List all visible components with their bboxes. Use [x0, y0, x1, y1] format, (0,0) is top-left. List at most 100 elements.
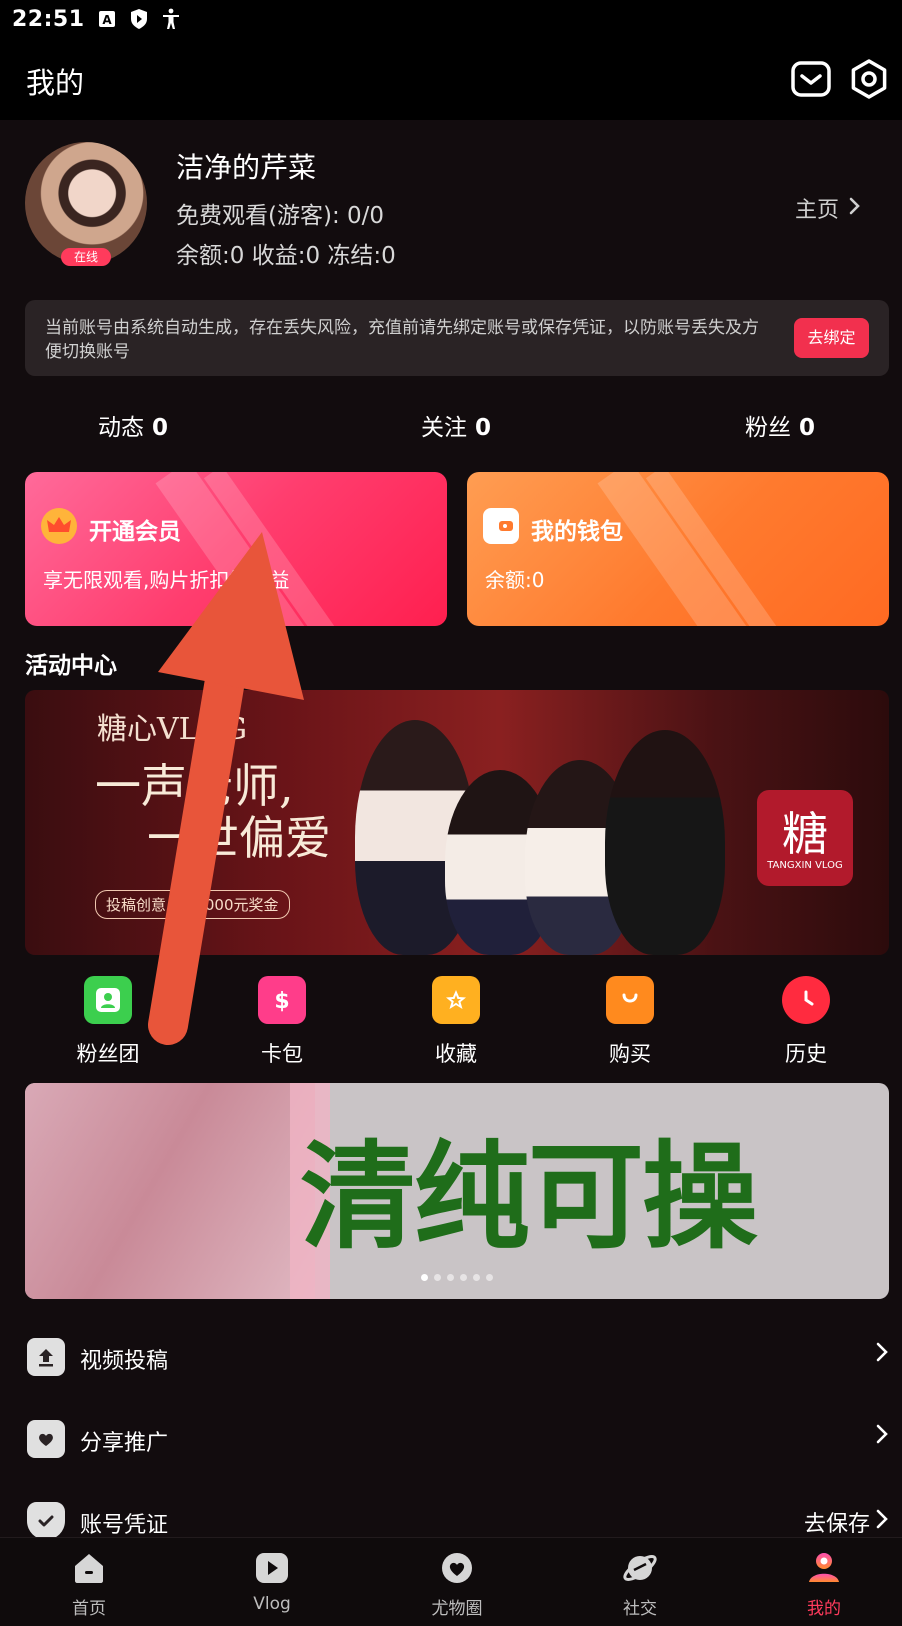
clock-icon — [782, 976, 830, 1024]
bottom-nav: 首页 Vlog 尤物圈 社交 我的 — [0, 1537, 902, 1626]
nav-vlog[interactable]: Vlog — [217, 1548, 327, 1614]
vip-card[interactable]: 开通会员 享无限观看,购片折扣等权益 — [25, 472, 447, 626]
carousel-dot[interactable] — [486, 1274, 493, 1281]
promo-text: 清纯可操 — [300, 1129, 758, 1265]
keyboard-a-icon: A — [97, 9, 117, 29]
menu-label: 账号凭证 — [80, 1513, 169, 1538]
logo-sub: TANGXIN VLOG — [767, 860, 843, 871]
status-time: 22:51 — [12, 6, 85, 32]
svg-text:A: A — [102, 13, 112, 27]
quick-label: 购买 — [609, 1042, 651, 1066]
menu-share-promotion[interactable]: 分享推广 — [0, 1410, 902, 1470]
heart-circle-icon — [437, 1548, 477, 1588]
profile-icon — [804, 1548, 844, 1588]
stat-posts[interactable]: 动态 0 — [98, 408, 168, 442]
stat-value: 0 — [799, 415, 816, 441]
quick-fan-group[interactable]: 粉丝团 — [48, 970, 168, 1068]
quick-actions: 粉丝团 $ 卡包 收藏 购买 历史 — [0, 970, 902, 1070]
svg-text:$: $ — [274, 989, 289, 1014]
menu-video-upload[interactable]: 视频投稿 — [0, 1328, 902, 1388]
save-credential-label: 去保存 — [803, 1512, 870, 1537]
account-notice: 当前账号由系统自动生成，存在丢失风险，充值前请先绑定账号或保存凭证，以防账号丢失… — [25, 300, 889, 376]
nav-label: 社交 — [623, 1599, 657, 1619]
message-icon[interactable] — [790, 60, 832, 98]
shield-check-icon — [27, 1502, 65, 1540]
chevron-right-icon — [876, 1509, 888, 1535]
online-badge: 在线 — [61, 248, 111, 266]
nav-label: 首页 — [72, 1599, 106, 1619]
chevron-right-icon — [849, 196, 861, 221]
carousel-dot[interactable] — [447, 1274, 454, 1281]
carousel-dot[interactable] — [421, 1274, 428, 1281]
carousel-dots — [421, 1274, 493, 1281]
profile-section: 在线 洁净的芹菜 免费观看(游客): 0/0 余额:0 收益:0 冻结:0 主页 — [0, 120, 902, 280]
quick-label: 收藏 — [435, 1042, 477, 1066]
accessibility-icon — [161, 8, 181, 29]
play-icon — [252, 1548, 292, 1588]
crown-icon — [41, 508, 77, 544]
stat-followers[interactable]: 粉丝 0 — [745, 408, 815, 442]
banner-figure — [605, 730, 725, 955]
nav-home[interactable]: 首页 — [34, 1548, 144, 1619]
wallet-card[interactable]: 我的钱包 余额:0 — [467, 472, 889, 626]
nav-label: Vlog — [253, 1594, 291, 1614]
promo-photo — [25, 1083, 315, 1299]
wallet-card-title: 我的钱包 — [531, 519, 623, 545]
wallet-card-subtitle: 余额:0 — [485, 568, 545, 592]
stat-label: 动态 — [98, 415, 144, 441]
stat-value: 0 — [152, 415, 169, 441]
quick-purchases[interactable]: 购买 — [570, 970, 690, 1068]
shield-play-icon — [129, 9, 149, 29]
quick-history[interactable]: 历史 — [746, 970, 866, 1068]
bind-account-button[interactable]: 去绑定 — [794, 318, 869, 358]
activity-center-title: 活动中心 — [25, 653, 117, 679]
carousel-dot[interactable] — [434, 1274, 441, 1281]
quick-label: 粉丝团 — [76, 1042, 140, 1066]
promo-banner[interactable]: 清纯可操 — [25, 1083, 889, 1299]
upload-icon — [27, 1338, 65, 1376]
planet-icon — [620, 1548, 660, 1588]
carousel-dot[interactable] — [473, 1274, 480, 1281]
banner-prize: 投稿创意,赢10000元奖金 — [95, 890, 290, 919]
quick-favorites[interactable]: 收藏 — [396, 970, 516, 1068]
notice-text: 当前账号由系统自动生成，存在丢失风险，充值前请先绑定账号或保存凭证，以防账号丢失… — [45, 318, 759, 362]
menu-right: 去保存 — [804, 1506, 888, 1538]
free-watch-count: 免费观看(游客): 0/0 — [176, 203, 385, 229]
wallet-icon — [483, 508, 519, 544]
carousel-dot[interactable] — [460, 1274, 467, 1281]
shopping-bag-icon — [606, 976, 654, 1024]
banner-brand: 糖心VLOG — [97, 712, 248, 747]
stat-value: 0 — [475, 415, 492, 441]
star-icon — [432, 976, 480, 1024]
quick-label: 历史 — [785, 1042, 827, 1066]
chevron-right-icon — [876, 1424, 888, 1450]
top-bar: 我的 — [0, 38, 902, 120]
menu-label: 分享推广 — [80, 1431, 169, 1456]
homepage-link[interactable]: 主页 — [795, 192, 861, 224]
menu-label: 视频投稿 — [80, 1349, 169, 1374]
activity-banner[interactable]: 糖心VLOG 一声老师, 一世偏爱 投稿创意,赢10000元奖金 糖 TANGX… — [25, 690, 889, 955]
homepage-link-label: 主页 — [795, 198, 840, 223]
menu-right — [876, 1424, 888, 1450]
logo-char: 糖 — [782, 807, 828, 861]
settings-icon[interactable] — [848, 58, 890, 100]
stats-row: 动态 0 关注 0 粉丝 0 — [0, 408, 902, 448]
status-bar: 22:51 A — [0, 0, 902, 38]
page-title: 我的 — [26, 66, 85, 100]
nav-social[interactable]: 社交 — [585, 1548, 695, 1619]
card-wallet-icon: $ — [258, 976, 306, 1024]
stat-label: 关注 — [421, 415, 467, 441]
quick-card-wallet[interactable]: $ 卡包 — [222, 970, 342, 1068]
nav-me[interactable]: 我的 — [769, 1548, 879, 1619]
nav-youwuquan[interactable]: 尤物圈 — [402, 1548, 512, 1619]
tangxin-logo: 糖 TANGXIN VLOG — [757, 790, 853, 886]
home-icon — [69, 1548, 109, 1588]
stat-following[interactable]: 关注 0 — [421, 408, 491, 442]
share-heart-icon — [27, 1420, 65, 1458]
quick-label: 卡包 — [261, 1042, 303, 1066]
fan-group-icon — [84, 976, 132, 1024]
balance-summary: 余额:0 收益:0 冻结:0 — [176, 243, 396, 269]
stat-label: 粉丝 — [745, 415, 791, 441]
username: 洁净的芹菜 — [176, 151, 317, 184]
avatar[interactable] — [25, 142, 147, 264]
